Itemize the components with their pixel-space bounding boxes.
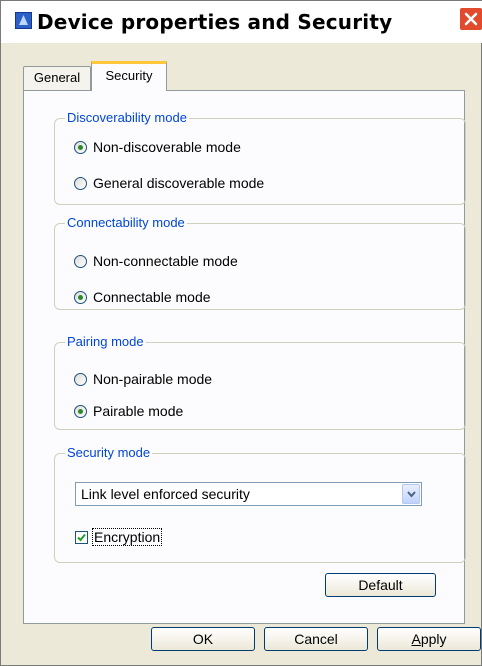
group-title: Pairing mode [65, 334, 146, 349]
encryption-checkbox-row[interactable]: Encryption [75, 528, 163, 546]
discoverability-group: Discoverability mode Non-discoverable mo… [54, 110, 466, 205]
connectable-option[interactable]: Connectable mode [74, 287, 211, 307]
security-tab-panel: Discoverability mode Non-discoverable mo… [23, 90, 466, 624]
option-label: Pairable mode [93, 403, 184, 419]
tab-general[interactable]: General [23, 66, 91, 90]
apply-mnemonic: A [411, 631, 421, 647]
dialog-window: Device properties and Security General D… [0, 0, 482, 666]
radio-selected[interactable] [74, 140, 87, 154]
option-label: Non-pairable mode [93, 371, 213, 387]
radio-unselected[interactable] [74, 372, 87, 386]
apply-button[interactable]: Apply [377, 627, 481, 651]
option-label: Connectable mode [93, 289, 211, 305]
radio-selected[interactable] [74, 404, 87, 418]
option-label: General discoverable mode [93, 175, 265, 191]
apply-label-rest: pply [420, 631, 447, 647]
ok-button[interactable]: OK [151, 627, 255, 651]
option-label: Non-connectable mode [93, 253, 238, 269]
group-title: Connectability mode [65, 215, 187, 230]
title-bar[interactable]: Device properties and Security [1, 1, 482, 43]
general-discoverable-option[interactable]: General discoverable mode [74, 173, 264, 193]
cancel-button[interactable]: Cancel [264, 627, 368, 651]
encryption-label: Encryption [92, 528, 163, 546]
tab-security[interactable]: Security [91, 61, 167, 91]
connectability-group: Connectability mode Non-connectable mode… [54, 215, 466, 310]
security-mode-group: Security mode Link level enforced securi… [54, 445, 466, 563]
select-value: Link level enforced security [81, 486, 250, 502]
close-button[interactable] [459, 7, 482, 31]
chevron-down-icon [407, 491, 416, 498]
group-title: Discoverability mode [65, 110, 189, 125]
radio-unselected[interactable] [74, 254, 87, 268]
close-icon [464, 12, 478, 26]
checkmark-icon [77, 533, 86, 541]
non-pairable-option[interactable]: Non-pairable mode [74, 369, 212, 389]
pairable-option[interactable]: Pairable mode [74, 401, 183, 421]
encryption-checkbox[interactable] [75, 530, 88, 544]
non-connectable-option[interactable]: Non-connectable mode [74, 251, 238, 271]
pairing-group: Pairing mode Non-pairable mode Pairable … [54, 334, 466, 430]
radio-unselected[interactable] [74, 176, 87, 190]
dropdown-button[interactable] [402, 484, 420, 504]
security-mode-select[interactable]: Link level enforced security [75, 482, 422, 506]
window-title: Device properties and Security [37, 10, 393, 34]
non-discoverable-option[interactable]: Non-discoverable mode [74, 137, 241, 157]
bluetooth-app-icon [15, 12, 32, 29]
option-label: Non-discoverable mode [93, 139, 241, 155]
group-title: Security mode [65, 445, 153, 460]
default-button[interactable]: Default [325, 573, 436, 597]
radio-selected[interactable] [74, 290, 87, 304]
